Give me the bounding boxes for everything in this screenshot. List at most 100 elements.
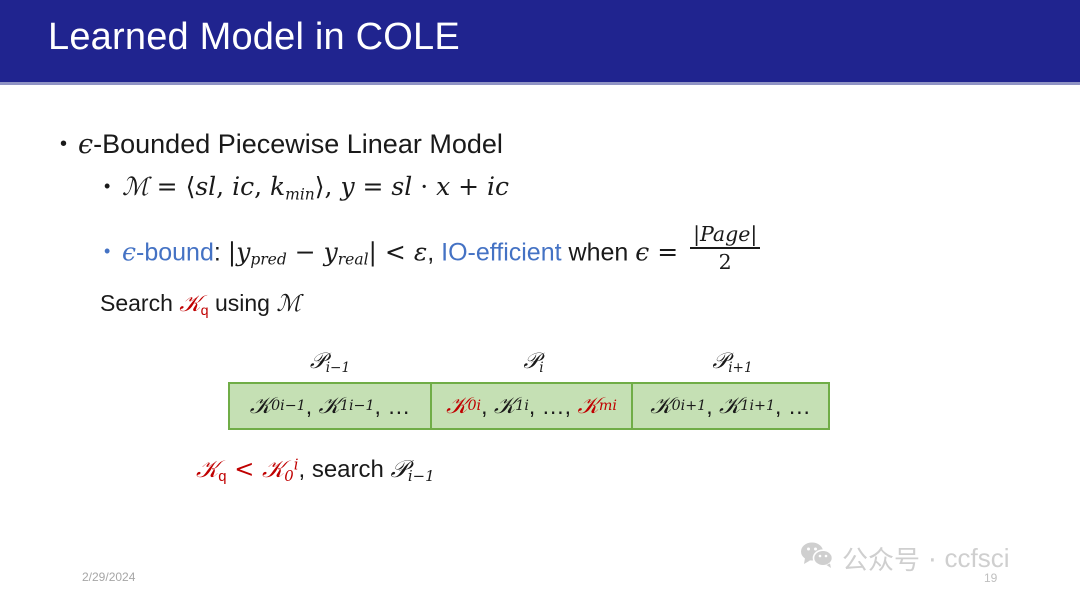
equals-sign: =	[148, 172, 186, 201]
comma: ,	[427, 238, 442, 267]
using-text: using	[208, 290, 277, 316]
key-symbol: 𝒦	[577, 393, 599, 419]
page-symbol: 𝒫	[309, 349, 326, 374]
separator: ,	[528, 392, 542, 419]
page-subscript: i−1	[407, 467, 435, 486]
key-symbol: 𝒦	[650, 393, 672, 419]
page-symbol: 𝒫	[523, 349, 540, 374]
y-term: y	[340, 172, 355, 201]
separator: ,	[775, 392, 788, 419]
bullet-marker: •	[60, 133, 68, 155]
search-prefix: Search	[100, 290, 180, 316]
comma: ,	[324, 172, 341, 201]
less-than-operator: <	[376, 237, 414, 267]
epsilon-symbol: ϵ	[122, 237, 137, 267]
separator: ,	[481, 392, 494, 419]
cdot-operator: ·	[412, 172, 437, 201]
minus-operator: −	[286, 237, 324, 267]
page-label-previous: 𝒫i−1	[228, 348, 432, 376]
slope-term: sl	[391, 172, 413, 201]
page-label-current: 𝒫i	[432, 348, 635, 376]
fraction-numerator: |Page|	[690, 222, 761, 249]
page-box-current: 𝒦0i, 𝒦1i, …, 𝒦mi	[432, 384, 633, 428]
plus-operator: +	[450, 172, 488, 201]
slope-term: sl	[195, 172, 217, 201]
key-symbol: 𝒦	[261, 455, 285, 483]
abs-bar-open: |	[227, 237, 237, 267]
key-symbol: 𝒦	[318, 393, 340, 419]
query-key-symbol: 𝒦	[196, 455, 219, 483]
io-efficient-label: IO-efficient	[441, 238, 562, 267]
separator: ,	[305, 392, 319, 419]
page-subscript: i+1	[728, 359, 753, 376]
bullet-marker: •	[104, 241, 111, 262]
key-symbol: 𝒦	[719, 393, 741, 419]
page-box-next: 𝒦 0 i+1, 𝒦 1 i+1, …	[650, 392, 811, 420]
search-conclusion: 𝒦q < 𝒦0i, search 𝒫i−1	[196, 455, 435, 486]
page-symbol: 𝒫	[390, 455, 408, 483]
abs-bar-close: |	[368, 237, 377, 267]
query-key-subscript: q	[218, 469, 227, 486]
bullet-epsilon-bounded-model: • ϵ-Bounded Piecewise Linear Model	[60, 129, 503, 160]
intercept-term: ic	[487, 172, 510, 201]
page-subscript: i−1	[325, 359, 351, 376]
y-real-term: y	[323, 237, 338, 267]
watermark-brand: ccfsci	[944, 543, 1010, 573]
model-symbol: ℳ	[122, 172, 149, 201]
watermark: 公众号 · ccfsci	[800, 540, 1010, 577]
comma: ,	[216, 172, 233, 201]
k-term: k	[269, 172, 286, 201]
k-subscript: min	[285, 185, 315, 204]
page-subscript: i	[539, 359, 544, 376]
less-than-operator: <	[226, 455, 262, 483]
separator: ,	[374, 392, 388, 419]
bullet-model-definition: • ℳ = ⟨sl, ic, kmin⟩, y = sl · x + ic	[104, 172, 509, 202]
epsilon-bound-label: -bound	[136, 238, 214, 267]
separator: ,	[564, 392, 578, 419]
epsilon-symbol: ϵ	[78, 129, 94, 160]
page-box-row: 𝒦 0 i−1, 𝒦 1 i−1, … 𝒦0i, 𝒦1i, …, 𝒦mi 𝒦 0 i+1, …	[228, 382, 830, 430]
page-symbol: 𝒫	[712, 349, 729, 374]
wechat-icon	[800, 541, 834, 576]
page-label-next: 𝒫i+1	[635, 348, 830, 376]
slide: Learned Model in COLE • ϵ-Bounded Piecewi…	[0, 0, 1080, 607]
page-title: Learned Model in COLE	[48, 16, 460, 58]
search-instruction: Search 𝒦q using ℳ	[100, 290, 301, 318]
bullet-level1-text: -Bounded Piecewise Linear Model	[93, 129, 503, 159]
y-real-subscript: real	[337, 250, 369, 269]
key-subscript: 0	[284, 467, 294, 486]
query-key-symbol: 𝒦	[179, 291, 201, 317]
page-fraction: |Page| 2	[690, 222, 761, 274]
page-label-row: 𝒫i−1 𝒫i 𝒫i+1	[228, 348, 830, 382]
intercept-term: ic	[232, 172, 255, 201]
comma: ,	[254, 172, 270, 201]
bullet-marker: •	[104, 176, 111, 196]
fraction-denominator: 2	[718, 250, 732, 274]
equals-sign: =	[649, 237, 687, 267]
ellipsis: …	[787, 392, 811, 419]
equals-sign: =	[354, 172, 392, 201]
page-box-previous: 𝒦 0 i−1, 𝒦 1 i−1, …	[230, 384, 432, 428]
colon: :	[213, 238, 228, 267]
bullet-epsilon-bound: • ϵ-bound: |ypred − yreal| < ε, IO-effici…	[104, 222, 761, 274]
key-symbol: 𝒦	[446, 393, 468, 419]
ellipsis: …	[387, 392, 411, 419]
separator: ,	[706, 392, 719, 419]
y-pred-term: y	[236, 237, 251, 267]
page-layout-diagram: 𝒫i−1 𝒫i 𝒫i+1 𝒦 0 i−1, 𝒦 1 i−1, … 𝒦0i, 𝒦1i, ……	[228, 348, 830, 430]
varepsilon-symbol: ε	[413, 237, 428, 267]
angle-bracket-close: ⟩	[314, 172, 325, 201]
slide-date: 2/29/2024	[82, 570, 136, 584]
when-text: when	[561, 238, 636, 267]
epsilon-symbol: ϵ	[635, 237, 650, 267]
title-underline	[0, 82, 1080, 85]
model-symbol: ℳ	[276, 291, 301, 317]
key-symbol: 𝒦	[249, 393, 272, 419]
x-term: x	[436, 172, 451, 201]
watermark-label: 公众号 ·	[842, 546, 937, 576]
y-pred-subscript: pred	[250, 250, 287, 269]
search-text: , search	[298, 456, 391, 483]
ellipsis: …	[541, 392, 565, 419]
angle-bracket-open: ⟨	[185, 172, 196, 201]
key-symbol: 𝒦	[493, 393, 516, 419]
